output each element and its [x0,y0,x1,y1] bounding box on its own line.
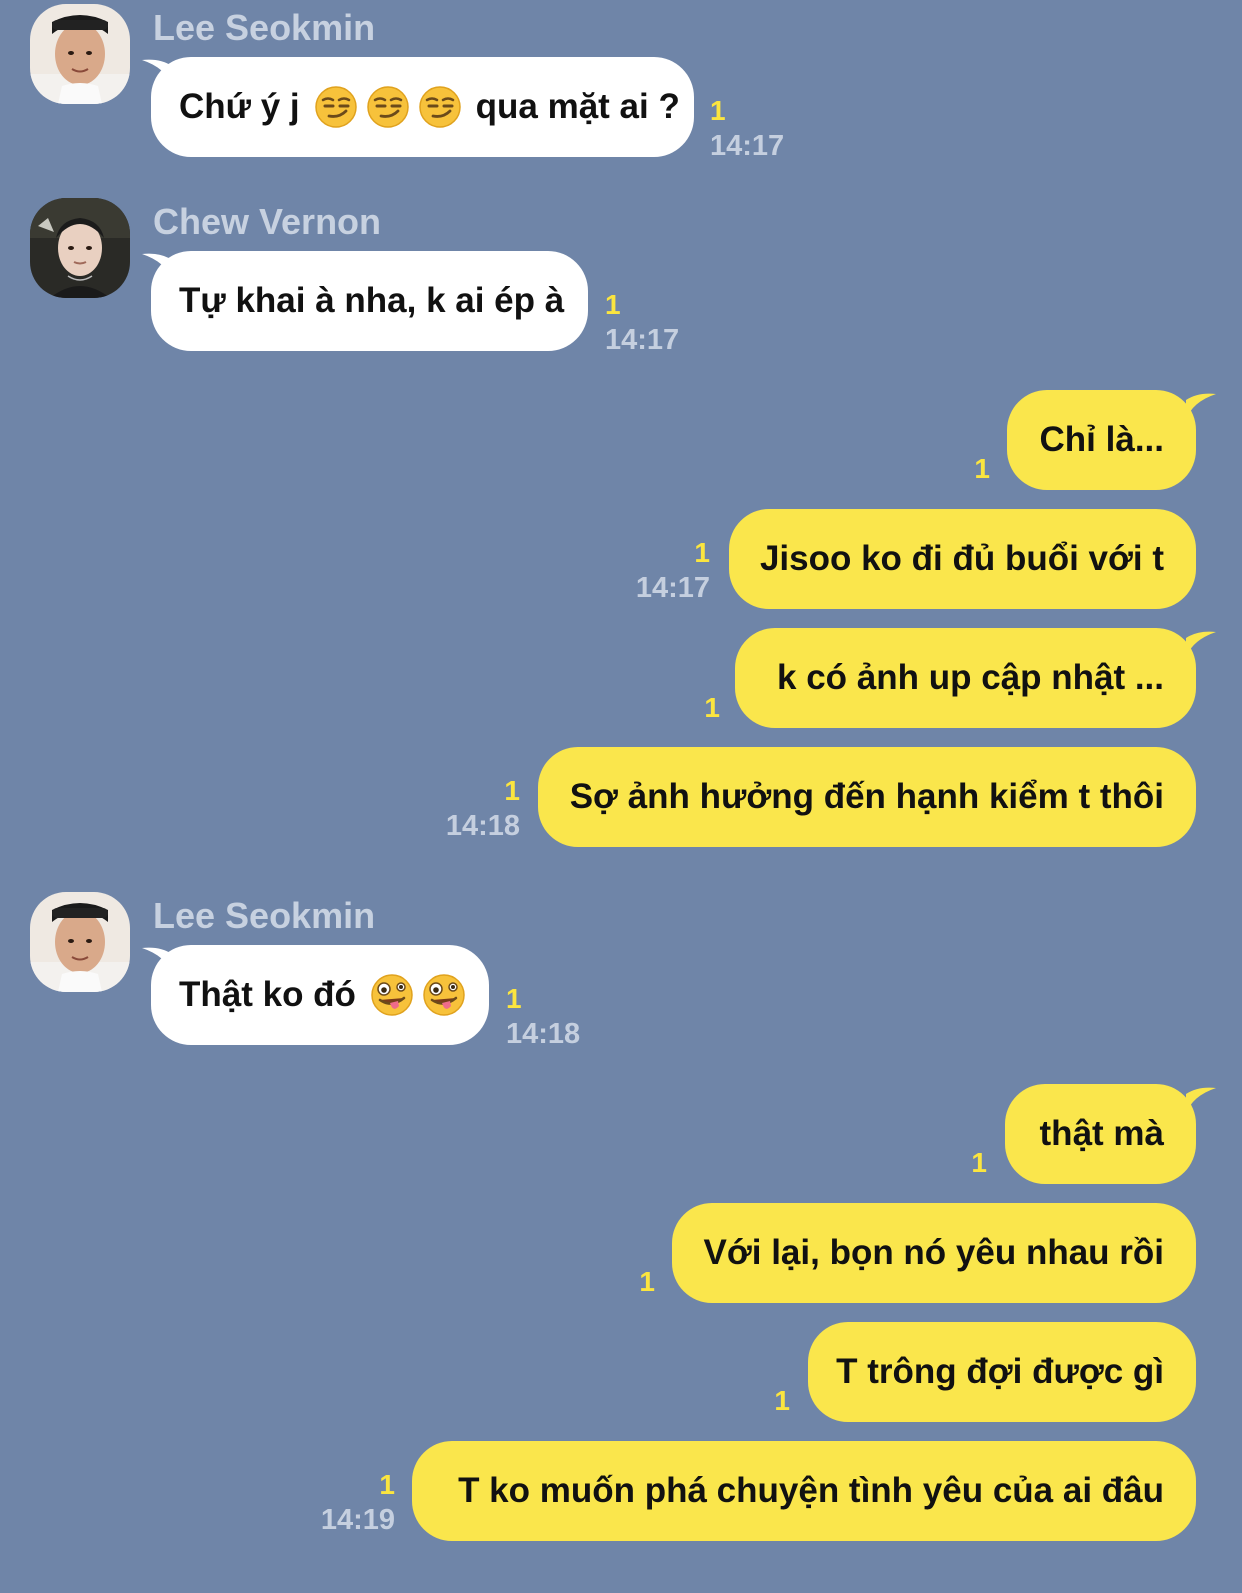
message-text: Với lại, bọn nó yêu nhau rồi [703,1233,1164,1272]
sender-name: Lee Seokmin [153,7,376,48]
message-bubble[interactable]: Chứ ý j qua mặt ai ? [151,57,694,157]
message-bubble[interactable]: Tự khai à nha, k ai ép à [151,251,588,351]
message-text: Chỉ là... [1039,420,1164,459]
message-bubble[interactable]: T ko muốn phá chuyện tình yêu của ai đâu [412,1441,1196,1541]
read-count: 1 [974,453,990,484]
message-meta: 1 14:17 [710,97,784,161]
message-time: 14:17 [710,130,785,162]
message-bubble[interactable]: Chỉ là... [1007,390,1196,490]
avatar[interactable] [30,4,130,104]
message-meta: 1 14:18 [410,777,520,841]
message-text: Jisoo ko đi đủ buổi với t [759,539,1164,578]
sender-name: Chew Vernon [153,201,382,242]
message-meta: 1 14:18 [506,985,580,1049]
message-time: 14:17 [605,324,680,356]
smirk-emoji-icon [314,85,358,129]
smirk-emoji-icon [418,85,462,129]
message-meta: 1 [950,455,990,483]
read-count: 1 [971,1147,987,1178]
message-bubble[interactable]: k có ảnh up cập nhật ... [735,628,1196,728]
message-time: 14:18 [445,810,520,842]
message-bubble[interactable]: thật mà [1005,1084,1196,1184]
message-meta: 1 14:17 [605,291,679,355]
read-count: 1 [379,1469,395,1500]
message-text: Chứ ý j [179,87,300,126]
read-count: 1 [506,983,522,1014]
message-meta: 1 14:19 [285,1471,395,1535]
message-bubble[interactable]: T trông đợi được gì [808,1322,1196,1422]
message-text: Thật ko đó [179,975,356,1014]
read-count: 1 [710,95,726,126]
message-time: 14:19 [320,1504,395,1536]
message-meta: 1 [947,1149,987,1177]
message-text: Tự khai à nha, k ai ép à [179,281,565,320]
message-text: thật mà [1039,1114,1164,1153]
message-bubble[interactable]: Sợ ảnh hưởng đến hạnh kiểm t thôi [538,747,1196,847]
message-meta: 1 [615,1268,655,1296]
message-text: T trông đợi được gì [836,1352,1164,1391]
zany-face-emoji-icon [370,973,414,1017]
message-time: 14:18 [506,1018,581,1050]
message-text: k có ảnh up cập nhật ... [777,658,1164,697]
message-text: T ko muốn phá chuyện tình yêu của ai đâu [458,1471,1164,1510]
message-bubble[interactable]: Thật ko đó [151,945,489,1045]
read-count: 1 [504,775,520,806]
avatar[interactable] [30,198,130,298]
message-text: qua mặt ai ? [475,87,680,126]
message-text: Sợ ảnh hưởng đến hạnh kiểm t thôi [569,777,1164,816]
smirk-emoji-icon [366,85,410,129]
read-count: 1 [694,537,710,568]
read-count: 1 [639,1266,655,1297]
message-bubble[interactable]: Với lại, bọn nó yêu nhau rồi [672,1203,1196,1303]
read-count: 1 [605,289,621,320]
sender-name: Lee Seokmin [153,895,376,936]
message-bubble[interactable]: Jisoo ko đi đủ buổi với t [729,509,1196,609]
avatar[interactable] [30,892,130,992]
zany-face-emoji-icon [422,973,466,1017]
message-meta: 1 14:17 [600,539,710,603]
read-count: 1 [774,1385,790,1416]
message-time: 14:17 [635,572,710,604]
read-count: 1 [704,692,720,723]
message-meta: 1 [680,694,720,722]
message-meta: 1 [750,1387,790,1415]
